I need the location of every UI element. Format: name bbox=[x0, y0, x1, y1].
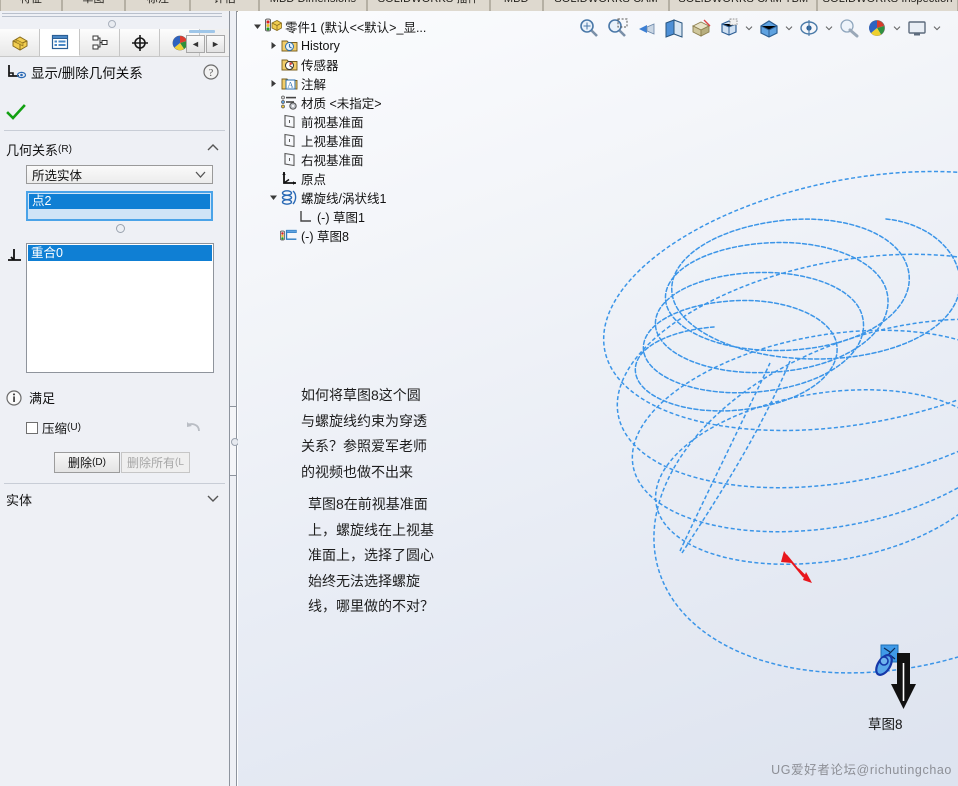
helix-lower-ellipse bbox=[631, 329, 958, 533]
chevron-down-icon[interactable] bbox=[207, 493, 219, 503]
green-check-icon bbox=[6, 104, 26, 120]
list-item[interactable]: 点2 bbox=[29, 194, 210, 209]
forum-watermark: UG爱好者论坛@richutingchao bbox=[771, 763, 952, 777]
annotation-question: 如何将草图8这个圆 与螺旋线约束为穿透 关系？参照爱军老师 的视频也做不出来 bbox=[301, 383, 427, 485]
property-manager-tab[interactable] bbox=[40, 29, 80, 56]
panel-divider-line bbox=[2, 13, 222, 14]
list-resize-grip[interactable] bbox=[116, 224, 125, 233]
manager-tab-prev-button[interactable]: ◄ bbox=[186, 35, 205, 53]
relation-status-text: 满足 bbox=[29, 391, 56, 406]
sketch8-callout-label: 草图8 bbox=[868, 717, 903, 732]
info-icon bbox=[6, 389, 22, 406]
section-divider bbox=[4, 130, 225, 131]
svg-text:?: ? bbox=[209, 68, 214, 79]
list-item[interactable]: 重合0 bbox=[28, 245, 212, 261]
ribbon-tab[interactable]: 特征 bbox=[0, 0, 62, 11]
undo-arrow-icon[interactable] bbox=[185, 419, 203, 435]
annotation-detail: 草图8在前视基准面 上，螺旋线在上视基 准面上，选择了圆心 始终无法选择螺旋 线，哪里做… bbox=[308, 492, 434, 620]
annotation-line: 草图8在前视基准面 bbox=[308, 496, 428, 512]
delete-button-hotkey: (D) bbox=[92, 457, 106, 468]
ribbon-tab-label: SOLIDWORKS Inspection bbox=[823, 0, 953, 5]
ribbon-tab[interactable]: SOLIDWORKS CAM TBM bbox=[669, 0, 818, 11]
solidworks-window: 特征 草图 标注 评估 MBD Dimensions SOLIDWORKS 插件 MBD SO… bbox=[0, 0, 958, 786]
graphics-area[interactable]: 零件1 (默认<<默认>_显... History 传感器 A 注解 材质 <未指定> 前视… bbox=[238, 11, 958, 786]
chevron-up-icon[interactable] bbox=[207, 143, 219, 153]
selected-entities-list[interactable]: 点2 bbox=[26, 191, 213, 221]
help-icon[interactable]: ? bbox=[203, 64, 219, 80]
ribbon-tab[interactable]: 评估 bbox=[190, 0, 260, 11]
ribbon-tab-label: MBD bbox=[504, 0, 529, 5]
annotation-line: 的视频也做不出来 bbox=[301, 463, 413, 480]
suppress-hotkey: (U) bbox=[67, 422, 81, 433]
coincident-relation-icon bbox=[6, 247, 24, 265]
panel-splitter[interactable] bbox=[229, 11, 239, 786]
relations-section-hotkey: (R) bbox=[58, 143, 72, 155]
helix-curve bbox=[634, 218, 958, 412]
chevron-down-icon[interactable] bbox=[195, 170, 206, 179]
entities-section-header[interactable]: 实体 bbox=[0, 488, 229, 510]
relation-status-row: 满足 bbox=[6, 388, 55, 407]
suppress-checkbox[interactable] bbox=[26, 421, 38, 434]
relations-list[interactable]: 重合0 bbox=[26, 243, 214, 373]
relations-filter-combo[interactable]: 所选实体 bbox=[26, 165, 213, 184]
ribbon-tab[interactable]: MBD Dimensions bbox=[259, 0, 367, 11]
helix-top-ellipse bbox=[602, 170, 958, 432]
relations-section-label: 几何关系 bbox=[6, 142, 59, 158]
ribbon-tab-label: 标注 bbox=[147, 0, 169, 5]
relations-section-header[interactable]: 几何关系 (R) bbox=[0, 138, 229, 160]
annotation-line: 线，哪里做的不对？ bbox=[308, 598, 434, 614]
suppress-checkbox-row[interactable]: 压缩 (U) bbox=[26, 418, 81, 437]
ribbon-tab[interactable]: SOLIDWORKS CAM bbox=[542, 0, 670, 11]
annotation-line: 与螺旋线约束为穿透 bbox=[301, 412, 427, 429]
panel-grip-dot[interactable] bbox=[108, 20, 116, 28]
ribbon-tab-label: MBD Dimensions bbox=[270, 0, 356, 5]
helix-strand bbox=[679, 362, 771, 552]
delete-all-button-label: 删除所有 bbox=[127, 456, 176, 470]
delete-all-button-hotkey: (L bbox=[175, 457, 184, 468]
ribbon-tab-label: SOLIDWORKS CAM TBM bbox=[678, 0, 808, 5]
ribbon-tab[interactable]: MBD bbox=[489, 0, 543, 11]
helix-bottom-ellipse bbox=[654, 389, 958, 565]
suppress-label: 压缩 bbox=[42, 422, 68, 436]
yellow-block-icon bbox=[12, 35, 27, 51]
manager-tab-next-button[interactable]: ► bbox=[206, 35, 225, 53]
delete-all-button[interactable]: 删除所有 (L bbox=[121, 452, 190, 473]
manager-tab-nav: ◄ ► bbox=[186, 30, 226, 55]
confirm-ok-button[interactable] bbox=[6, 104, 26, 122]
red-pointer-arrow bbox=[781, 551, 812, 583]
property-manager-title: 显示/删除几何关系 bbox=[31, 66, 143, 81]
display-delete-relations-icon bbox=[5, 61, 27, 83]
property-manager-pane: ◄ ► 显示/删除几何关系 ? 几何关系 (R) 所选实体 点2 重合0 满足 … bbox=[0, 11, 229, 786]
annotation-line: 准面上，选择了圆心 bbox=[308, 547, 434, 563]
configuration-manager-tab[interactable] bbox=[80, 29, 120, 56]
delete-button-label: 删除 bbox=[68, 456, 93, 470]
ribbon-tab[interactable]: 标注 bbox=[125, 0, 191, 11]
panel-top-bar bbox=[0, 11, 229, 28]
feature-manager-tab[interactable] bbox=[0, 29, 40, 56]
ribbon-tab-label: SOLIDWORKS 插件 bbox=[378, 0, 479, 5]
manager-tab-scroll-indicator bbox=[189, 30, 215, 33]
annotation-line: 上，螺旋线在上视基 bbox=[308, 521, 434, 538]
crosshair-icon bbox=[131, 34, 148, 51]
ribbon-tab[interactable]: SOLIDWORKS Inspection bbox=[817, 0, 958, 11]
ribbon-tab-label: 特征 bbox=[20, 0, 42, 5]
dimxpert-manager-tab[interactable] bbox=[120, 29, 160, 56]
sketch8-selection-marker bbox=[875, 644, 899, 676]
annotation-line: 关系？参照爱军老师 bbox=[301, 438, 427, 454]
delete-button[interactable]: 删除 (D) bbox=[54, 452, 120, 473]
list-panel-icon bbox=[51, 34, 68, 50]
relations-filter-value: 所选实体 bbox=[32, 169, 83, 183]
entities-section-label: 实体 bbox=[6, 492, 33, 508]
ribbon-tab-label: SOLIDWORKS CAM bbox=[554, 0, 657, 5]
ribbon-tab[interactable]: SOLIDWORKS 插件 bbox=[366, 0, 490, 11]
ribbon-tab[interactable]: 草图 bbox=[61, 0, 126, 11]
property-manager-header: 显示/删除几何关系 ? bbox=[0, 57, 229, 87]
ribbon-tab-label: 评估 bbox=[214, 0, 236, 5]
panel-divider-line bbox=[2, 16, 222, 17]
section-divider bbox=[4, 483, 225, 484]
ribbon-tab-label: 草图 bbox=[82, 0, 104, 5]
annotation-line: 始终无法选择螺旋 bbox=[308, 572, 420, 589]
annotation-line: 如何将草图8这个圆 bbox=[301, 387, 421, 403]
configuration-icon bbox=[92, 35, 107, 49]
